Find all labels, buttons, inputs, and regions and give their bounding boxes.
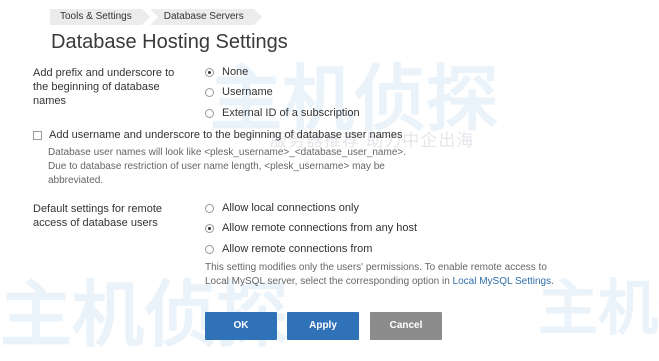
hint-line: Due to database restriction of user name…: [48, 161, 385, 172]
ok-button[interactable]: OK: [205, 312, 277, 340]
prefix-setting-label: Add prefix and underscore to the beginni…: [33, 66, 193, 108]
checkbox-icon[interactable]: [33, 130, 42, 140]
username-prefix-hint: Database user names will look like <ples…: [48, 146, 406, 188]
radio-button-icon[interactable]: [205, 223, 214, 233]
hint-text: .: [551, 276, 554, 287]
radio-button-icon[interactable]: [205, 203, 214, 213]
radio-local-only[interactable]: Allow local connections only: [205, 202, 359, 214]
hint-line: Local MySQL server, select the correspon…: [205, 275, 554, 289]
remote-label-line: Default settings for remote: [33, 203, 163, 215]
prefix-label-line: Add prefix and underscore to: [33, 67, 175, 79]
radio-button-icon[interactable]: [205, 67, 214, 77]
prefix-label-line: the beginning of database: [33, 81, 160, 93]
hint-line: This setting modifies only the users' pe…: [205, 262, 547, 273]
radio-prefix-none[interactable]: None: [205, 66, 248, 78]
radio-label: Allow local connections only: [222, 202, 359, 214]
hint-text: Local MySQL server, select the correspon…: [205, 276, 453, 287]
radio-label: External ID of a subscription: [222, 107, 360, 119]
radio-prefix-username[interactable]: Username: [205, 86, 273, 98]
radio-remote-from[interactable]: Allow remote connections from: [205, 243, 372, 255]
apply-button[interactable]: Apply: [287, 312, 359, 340]
hint-line: Database user names will look like <ples…: [48, 147, 406, 158]
radio-label: Username: [222, 86, 273, 98]
radio-prefix-external-id[interactable]: External ID of a subscription: [205, 107, 360, 119]
page-title: Database Hosting Settings: [51, 31, 288, 53]
username-prefix-checkbox-label: Add username and underscore to the begin…: [49, 129, 403, 141]
remote-label-line: access of database users: [33, 217, 158, 229]
radio-button-icon[interactable]: [205, 108, 214, 118]
remote-access-label: Default settings for remote access of da…: [33, 202, 193, 230]
username-prefix-checkbox-row[interactable]: Add username and underscore to the begin…: [33, 128, 402, 142]
breadcrumb-item-database-servers[interactable]: Database Servers: [149, 9, 262, 25]
radio-label: None: [222, 66, 249, 78]
remote-access-hint: This setting modifies only the users' pe…: [205, 261, 554, 289]
cancel-button[interactable]: Cancel: [370, 312, 442, 340]
radio-button-icon[interactable]: [205, 244, 214, 254]
prefix-label-line: names: [33, 95, 67, 107]
radio-button-icon[interactable]: [205, 87, 214, 97]
local-mysql-settings-link[interactable]: Local MySQL Settings: [453, 276, 552, 287]
radio-label: Allow remote connections from: [222, 243, 373, 255]
radio-label: Allow remote connections from any host: [222, 222, 418, 234]
breadcrumb: Tools & Settings Database Servers: [50, 9, 262, 25]
hint-line: abbreviated.: [48, 175, 104, 186]
watermark-logo: 主机侦探: [538, 274, 659, 344]
radio-remote-any-host[interactable]: Allow remote connections from any host: [205, 222, 417, 234]
breadcrumb-item-tools-settings[interactable]: Tools & Settings: [50, 9, 150, 25]
